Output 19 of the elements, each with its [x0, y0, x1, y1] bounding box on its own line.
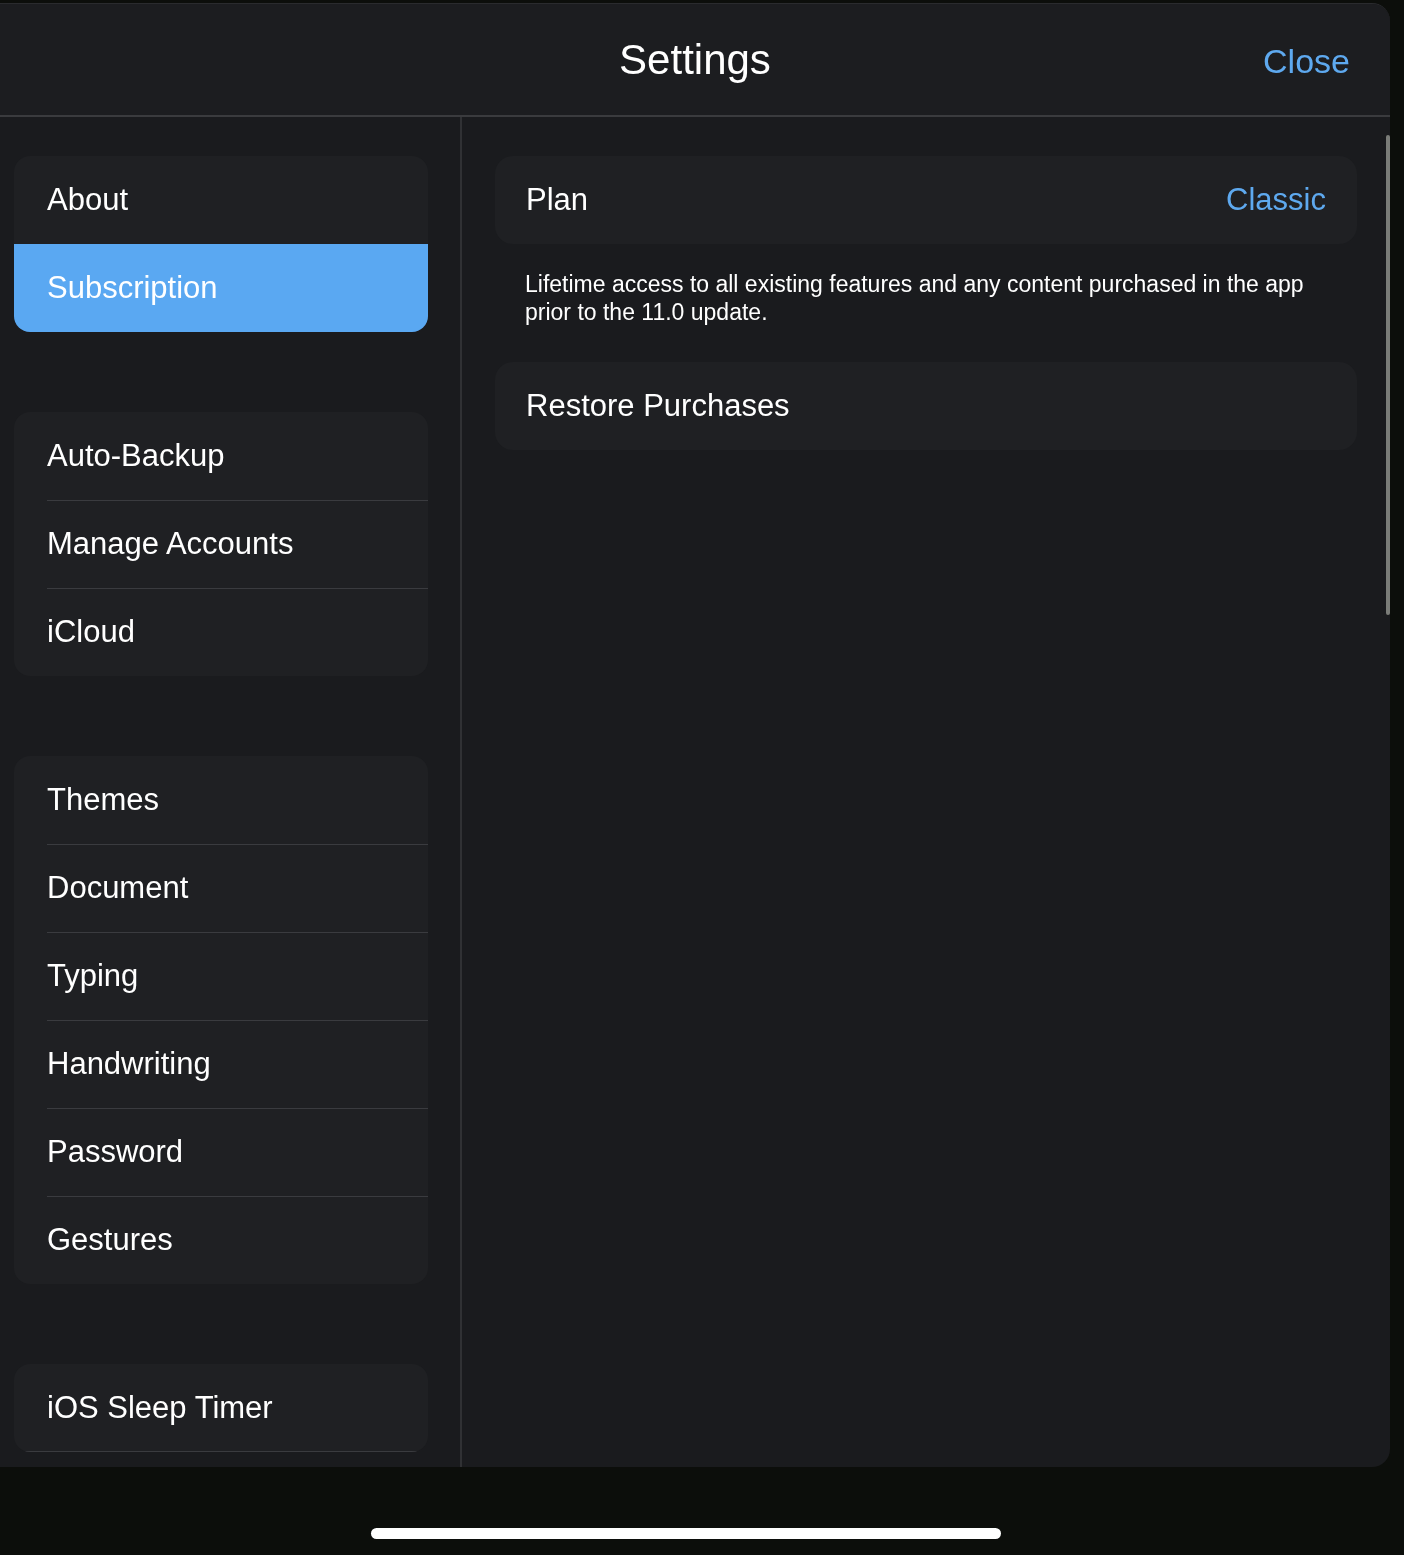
sidebar-item[interactable]: iOS Sleep Timer	[14, 1364, 428, 1452]
sidebar-item[interactable]: Document	[14, 844, 428, 932]
sidebar-item[interactable]: Typing	[14, 932, 428, 1020]
sidebar-item[interactable]: Gestures	[14, 1196, 428, 1284]
sidebar-item[interactable]: Themes	[14, 756, 428, 844]
sidebar-item[interactable]: Auto-Backup	[14, 412, 428, 500]
restore-purchases-button[interactable]: Restore Purchases	[495, 362, 1357, 450]
close-button[interactable]: Close	[1263, 42, 1350, 81]
sidebar-item[interactable]: About	[14, 156, 428, 244]
sidebar-item[interactable]: Manage Accounts	[14, 500, 428, 588]
sidebar-item[interactable]: Handwriting	[14, 1020, 428, 1108]
plan-row[interactable]: Plan Classic	[495, 156, 1357, 244]
sidebar-item[interactable]: iCloud	[14, 588, 428, 676]
plan-label: Plan	[526, 182, 589, 218]
window-title: Settings	[619, 35, 771, 84]
plan-description: Lifetime access to all existing features and any content purchased in the app prior to the 11.0 update.	[524, 270, 1305, 326]
plan-value: Classic	[1226, 182, 1326, 218]
scrollbar[interactable]	[1386, 135, 1390, 615]
sidebar-item[interactable]: Password	[14, 1108, 428, 1196]
